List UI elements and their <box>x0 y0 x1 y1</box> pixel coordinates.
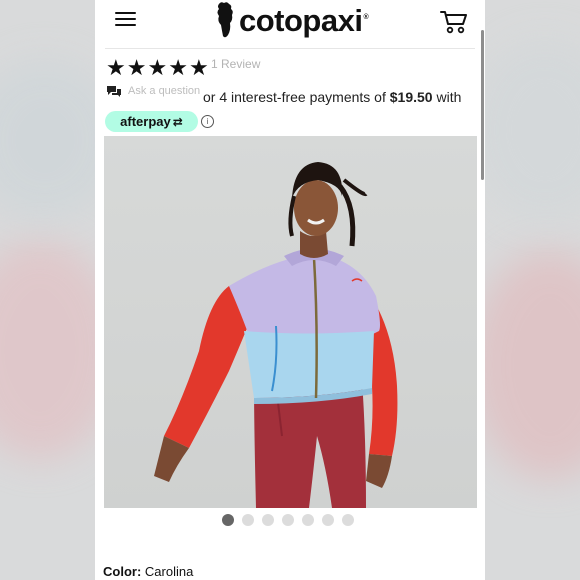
carousel-dot[interactable] <box>282 514 294 526</box>
shopping-cart-icon[interactable] <box>440 9 468 35</box>
carousel-dot[interactable] <box>262 514 274 526</box>
ask-question-link[interactable]: Ask a question <box>128 85 200 97</box>
chat-bubbles-icon <box>107 86 121 97</box>
carousel-dot[interactable] <box>302 514 314 526</box>
image-carousel-dots <box>222 514 362 526</box>
carousel-dot[interactable] <box>342 514 354 526</box>
carousel-dot[interactable] <box>242 514 254 526</box>
review-count-link[interactable]: 1 Review <box>211 57 260 71</box>
header-divider <box>105 48 475 49</box>
rating-stars[interactable]: ★ ★ ★ ★ ★ <box>106 57 210 79</box>
hamburger-menu-icon[interactable] <box>115 10 137 28</box>
info-icon[interactable]: i <box>201 115 214 128</box>
star-icon: ★ <box>106 55 126 80</box>
star-icon: ★ <box>147 55 168 80</box>
llama-logo-icon <box>217 2 233 38</box>
product-image[interactable] <box>104 136 477 508</box>
installment-text: or 4 interest-free payments of $19.50 wi… <box>203 89 462 105</box>
carousel-dot[interactable] <box>322 514 334 526</box>
brand-name: cotopaxi® <box>239 2 369 38</box>
product-page: cotopaxi® ★ ★ ★ ★ ★ 1 Review Ask a question … <box>95 0 485 580</box>
product-photo-illustration <box>104 136 477 508</box>
star-icon: ★ <box>188 55 209 80</box>
afterpay-badge[interactable]: afterpay ⇄ <box>105 111 198 132</box>
star-icon: ★ <box>168 55 188 80</box>
color-selection: Color: Carolina <box>103 564 194 579</box>
brand-logo[interactable]: cotopaxi® <box>215 0 369 40</box>
afterpay-arrows-icon: ⇄ <box>172 114 183 129</box>
scrollbar[interactable] <box>481 30 484 180</box>
carousel-dot[interactable] <box>222 514 234 526</box>
star-icon: ★ <box>126 55 147 80</box>
